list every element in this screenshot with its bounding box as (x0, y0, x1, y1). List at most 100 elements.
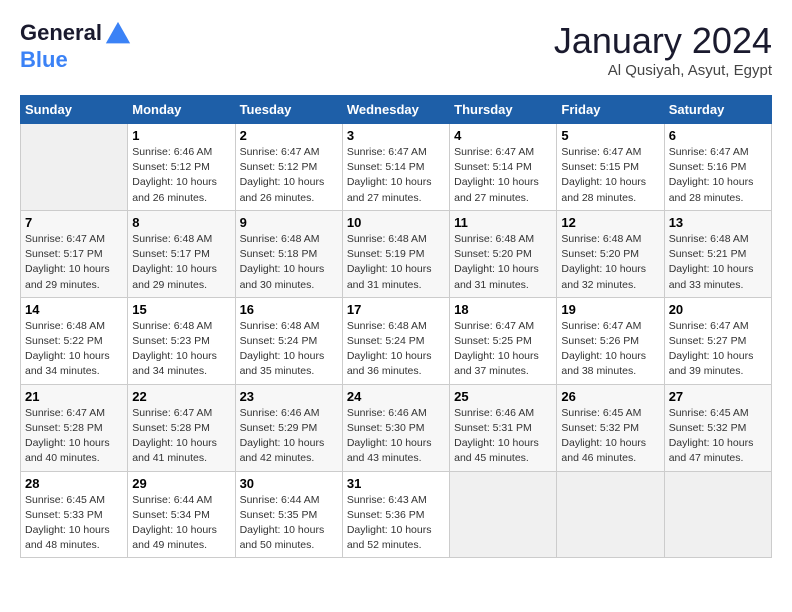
calendar-cell: 14 Sunrise: 6:48 AMSunset: 5:22 PMDayligh… (21, 297, 128, 384)
day-number: 14 (25, 302, 123, 317)
day-info: Sunrise: 6:47 AMSunset: 5:17 PMDaylight:… (25, 232, 123, 293)
calendar-cell: 25 Sunrise: 6:46 AMSunset: 5:31 PMDayligh… (450, 384, 557, 471)
location-subtitle: Al Qusiyah, Asyut, Egypt (554, 62, 772, 79)
calendar-cell (21, 124, 128, 211)
day-info: Sunrise: 6:48 AMSunset: 5:18 PMDaylight:… (240, 232, 338, 293)
day-number: 31 (347, 476, 445, 491)
logo: General Blue (20, 20, 132, 72)
day-info: Sunrise: 6:47 AMSunset: 5:15 PMDaylight:… (561, 145, 659, 206)
weekday-header: Saturday (664, 96, 771, 124)
day-number: 15 (132, 302, 230, 317)
day-info: Sunrise: 6:48 AMSunset: 5:17 PMDaylight:… (132, 232, 230, 293)
calendar-cell: 26 Sunrise: 6:45 AMSunset: 5:32 PMDayligh… (557, 384, 664, 471)
day-info: Sunrise: 6:47 AMSunset: 5:14 PMDaylight:… (347, 145, 445, 206)
day-number: 6 (669, 128, 767, 143)
day-info: Sunrise: 6:48 AMSunset: 5:21 PMDaylight:… (669, 232, 767, 293)
day-info: Sunrise: 6:46 AMSunset: 5:12 PMDaylight:… (132, 145, 230, 206)
calendar-cell: 17 Sunrise: 6:48 AMSunset: 5:24 PMDayligh… (342, 297, 449, 384)
calendar-cell: 31 Sunrise: 6:43 AMSunset: 5:36 PMDayligh… (342, 471, 449, 558)
logo-text: General Blue (20, 20, 132, 72)
weekday-header-row: SundayMondayTuesdayWednesdayThursdayFrid… (21, 96, 772, 124)
day-info: Sunrise: 6:48 AMSunset: 5:19 PMDaylight:… (347, 232, 445, 293)
weekday-header: Wednesday (342, 96, 449, 124)
day-info: Sunrise: 6:44 AMSunset: 5:34 PMDaylight:… (132, 493, 230, 554)
day-number: 11 (454, 215, 552, 230)
day-number: 30 (240, 476, 338, 491)
day-number: 26 (561, 389, 659, 404)
day-info: Sunrise: 6:48 AMSunset: 5:20 PMDaylight:… (454, 232, 552, 293)
day-info: Sunrise: 6:47 AMSunset: 5:25 PMDaylight:… (454, 319, 552, 380)
calendar-cell: 8Sunrise: 6:48 AMSunset: 5:17 PMDaylight… (128, 210, 235, 297)
title-section: January 2024 Al Qusiyah, Asyut, Egypt (554, 20, 772, 79)
day-info: Sunrise: 6:46 AMSunset: 5:29 PMDaylight:… (240, 406, 338, 467)
calendar-cell: 7Sunrise: 6:47 AMSunset: 5:17 PMDaylight… (21, 210, 128, 297)
day-info: Sunrise: 6:47 AMSunset: 5:27 PMDaylight:… (669, 319, 767, 380)
day-info: Sunrise: 6:46 AMSunset: 5:30 PMDaylight:… (347, 406, 445, 467)
day-number: 28 (25, 476, 123, 491)
calendar-cell: 24 Sunrise: 6:46 AMSunset: 5:30 PMDayligh… (342, 384, 449, 471)
calendar-cell: 15 Sunrise: 6:48 AMSunset: 5:23 PMDayligh… (128, 297, 235, 384)
calendar-week-row: 7Sunrise: 6:47 AMSunset: 5:17 PMDaylight… (21, 210, 772, 297)
calendar-cell: 22Sunrise: 6:47 AMSunset: 5:28 PMDayligh… (128, 384, 235, 471)
calendar-cell: 5 Sunrise: 6:47 AMSunset: 5:15 PMDaylight… (557, 124, 664, 211)
day-info: Sunrise: 6:45 AMSunset: 5:32 PMDaylight:… (669, 406, 767, 467)
day-number: 25 (454, 389, 552, 404)
logo-icon (104, 20, 132, 48)
calendar-cell (450, 471, 557, 558)
calendar-cell: 27Sunrise: 6:45 AMSunset: 5:32 PMDayligh… (664, 384, 771, 471)
calendar-cell: 9 Sunrise: 6:48 AMSunset: 5:18 PMDaylight… (235, 210, 342, 297)
calendar-cell: 21Sunrise: 6:47 AMSunset: 5:28 PMDayligh… (21, 384, 128, 471)
weekday-header: Friday (557, 96, 664, 124)
page-header: General Blue January 2024 Al Qusiyah, As… (20, 20, 772, 79)
calendar-cell: 30 Sunrise: 6:44 AMSunset: 5:35 PMDayligh… (235, 471, 342, 558)
weekday-header: Sunday (21, 96, 128, 124)
day-info: Sunrise: 6:47 AMSunset: 5:14 PMDaylight:… (454, 145, 552, 206)
day-number: 12 (561, 215, 659, 230)
calendar-cell: 2 Sunrise: 6:47 AMSunset: 5:12 PMDaylight… (235, 124, 342, 211)
day-number: 17 (347, 302, 445, 317)
day-info: Sunrise: 6:46 AMSunset: 5:31 PMDaylight:… (454, 406, 552, 467)
calendar-week-row: 21Sunrise: 6:47 AMSunset: 5:28 PMDayligh… (21, 384, 772, 471)
calendar-cell: 3 Sunrise: 6:47 AMSunset: 5:14 PMDaylight… (342, 124, 449, 211)
day-number: 24 (347, 389, 445, 404)
day-number: 1 (132, 128, 230, 143)
calendar-cell: 4Sunrise: 6:47 AMSunset: 5:14 PMDaylight… (450, 124, 557, 211)
day-number: 18 (454, 302, 552, 317)
day-number: 19 (561, 302, 659, 317)
calendar-cell: 11 Sunrise: 6:48 AMSunset: 5:20 PMDayligh… (450, 210, 557, 297)
calendar-cell: 16Sunrise: 6:48 AMSunset: 5:24 PMDayligh… (235, 297, 342, 384)
calendar-table: SundayMondayTuesdayWednesdayThursdayFrid… (20, 95, 772, 558)
weekday-header: Tuesday (235, 96, 342, 124)
day-number: 21 (25, 389, 123, 404)
day-info: Sunrise: 6:48 AMSunset: 5:22 PMDaylight:… (25, 319, 123, 380)
day-info: Sunrise: 6:47 AMSunset: 5:12 PMDaylight:… (240, 145, 338, 206)
day-info: Sunrise: 6:45 AMSunset: 5:32 PMDaylight:… (561, 406, 659, 467)
day-number: 10 (347, 215, 445, 230)
day-info: Sunrise: 6:48 AMSunset: 5:24 PMDaylight:… (347, 319, 445, 380)
day-number: 2 (240, 128, 338, 143)
day-number: 13 (669, 215, 767, 230)
day-info: Sunrise: 6:45 AMSunset: 5:33 PMDaylight:… (25, 493, 123, 554)
day-info: Sunrise: 6:48 AMSunset: 5:23 PMDaylight:… (132, 319, 230, 380)
day-info: Sunrise: 6:47 AMSunset: 5:16 PMDaylight:… (669, 145, 767, 206)
day-info: Sunrise: 6:48 AMSunset: 5:20 PMDaylight:… (561, 232, 659, 293)
calendar-cell: 1 Sunrise: 6:46 AMSunset: 5:12 PMDaylight… (128, 124, 235, 211)
calendar-cell: 18 Sunrise: 6:47 AMSunset: 5:25 PMDayligh… (450, 297, 557, 384)
calendar-cell: 13 Sunrise: 6:48 AMSunset: 5:21 PMDayligh… (664, 210, 771, 297)
day-info: Sunrise: 6:47 AMSunset: 5:26 PMDaylight:… (561, 319, 659, 380)
calendar-week-row: 1 Sunrise: 6:46 AMSunset: 5:12 PMDaylight… (21, 124, 772, 211)
day-info: Sunrise: 6:43 AMSunset: 5:36 PMDaylight:… (347, 493, 445, 554)
weekday-header: Monday (128, 96, 235, 124)
day-number: 20 (669, 302, 767, 317)
day-number: 3 (347, 128, 445, 143)
day-number: 5 (561, 128, 659, 143)
day-number: 22 (132, 389, 230, 404)
day-info: Sunrise: 6:44 AMSunset: 5:35 PMDaylight:… (240, 493, 338, 554)
calendar-cell: 28 Sunrise: 6:45 AMSunset: 5:33 PMDayligh… (21, 471, 128, 558)
day-number: 9 (240, 215, 338, 230)
calendar-week-row: 28 Sunrise: 6:45 AMSunset: 5:33 PMDayligh… (21, 471, 772, 558)
calendar-cell: 20 Sunrise: 6:47 AMSunset: 5:27 PMDayligh… (664, 297, 771, 384)
calendar-cell: 10 Sunrise: 6:48 AMSunset: 5:19 PMDayligh… (342, 210, 449, 297)
day-info: Sunrise: 6:48 AMSunset: 5:24 PMDaylight:… (240, 319, 338, 380)
calendar-cell: 19 Sunrise: 6:47 AMSunset: 5:26 PMDayligh… (557, 297, 664, 384)
